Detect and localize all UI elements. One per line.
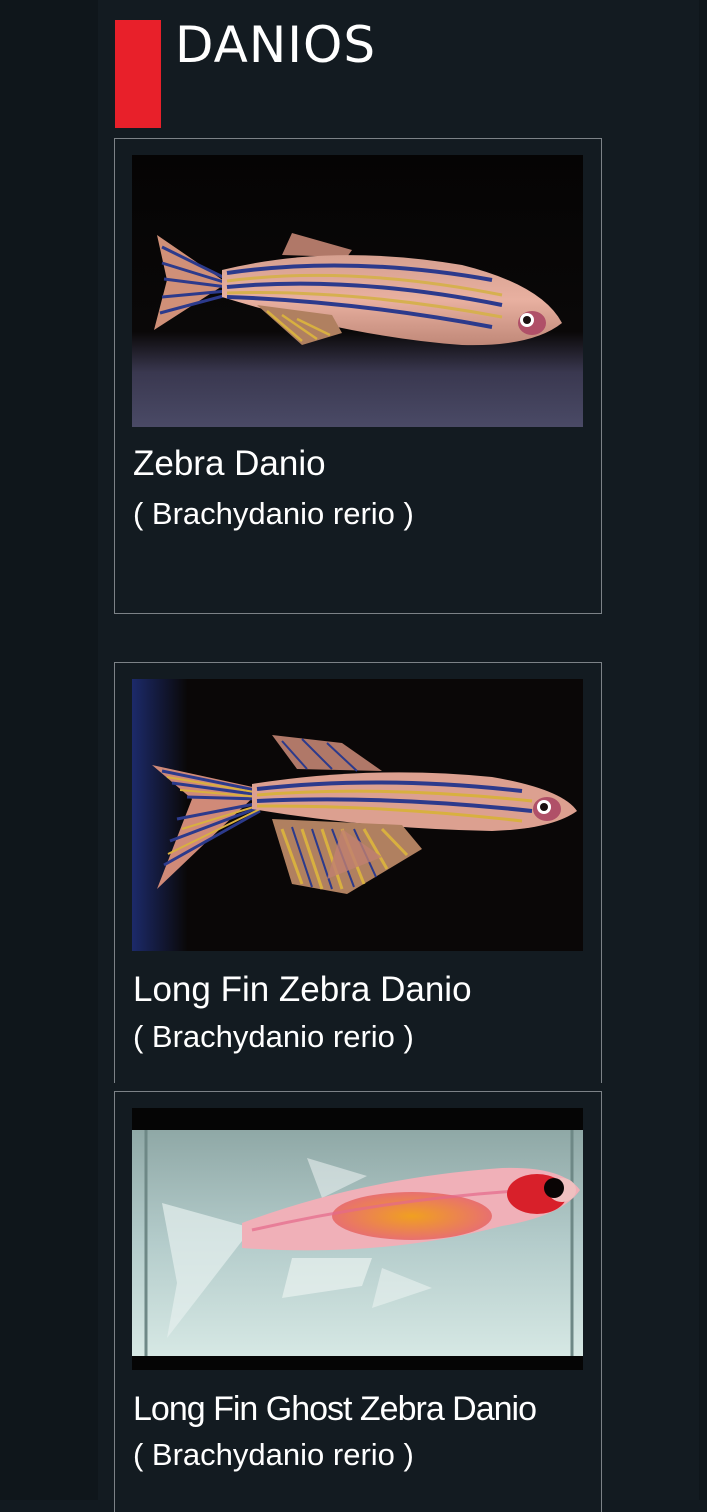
fish-scientific-name: ( Brachydanio rerio ) [133,1019,414,1054]
fish-photo-long-fin-zebra-danio [132,679,583,951]
section-accent-bar [115,20,161,128]
fish-scientific-name: ( Brachydanio rerio ) [133,496,414,531]
left-margin [0,0,98,1500]
fish-common-name: Long Fin Ghost Zebra Danio [133,1390,537,1428]
fish-photo-zebra-danio [132,155,583,427]
fish-common-name: Zebra Danio [133,444,326,483]
fish-scientific-name: ( Brachydanio rerio ) [133,1437,414,1472]
fish-card-zebra-danio: Zebra Danio ( Brachydanio rerio ) [114,138,602,614]
right-margin [699,0,707,1500]
fish-card-long-fin-zebra-danio: Long Fin Zebra Danio ( Brachydanio rerio… [114,662,602,1083]
fish-photo-long-fin-ghost-zebra-danio [132,1108,583,1370]
section-title: DANIOS [175,16,377,74]
fish-common-name: Long Fin Zebra Danio [133,970,472,1009]
fish-card-long-fin-ghost-zebra-danio: Long Fin Ghost Zebra Danio ( Brachydanio… [114,1091,602,1512]
